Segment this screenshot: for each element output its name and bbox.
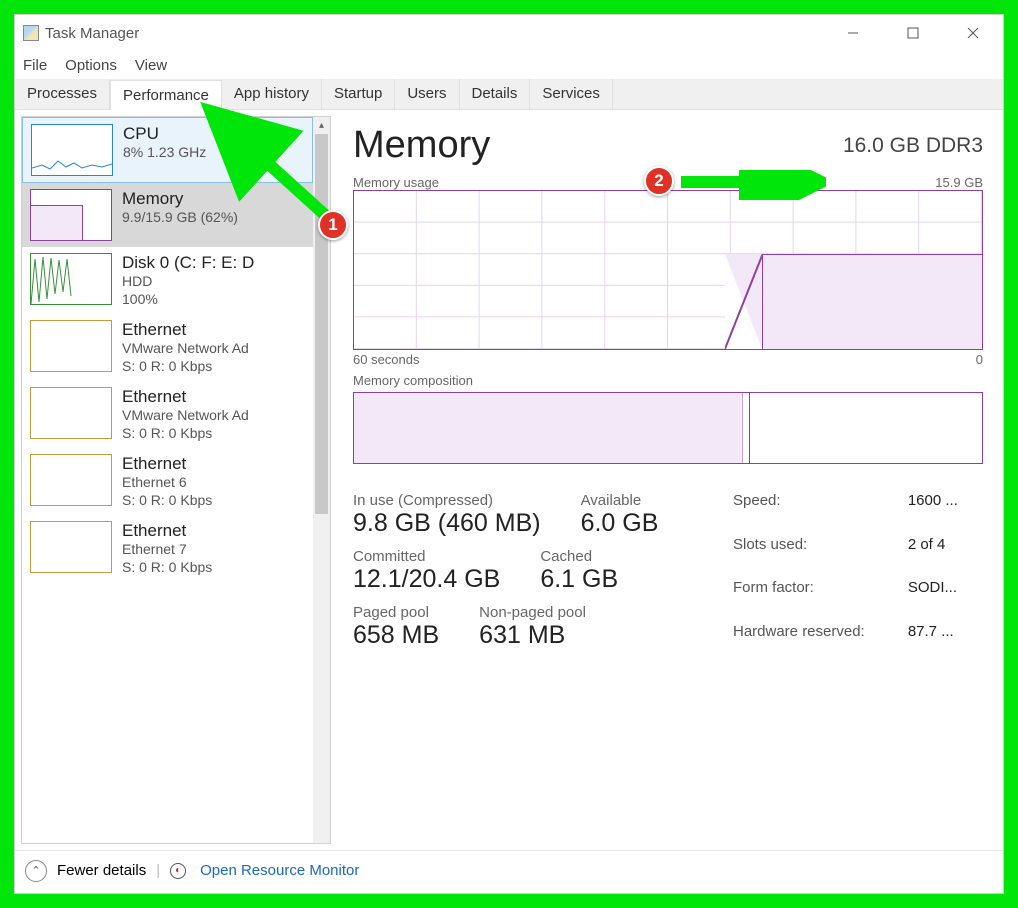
- disk-thumb-icon: [30, 253, 112, 305]
- hardware-stats: Speed: 1600 ... Slots used: 2 of 4 Form …: [733, 492, 983, 660]
- in-use-value: 9.8 GB (460 MB): [353, 509, 541, 538]
- paged-label: Paged pool: [353, 604, 439, 621]
- sidebar-disk-sub2: 100%: [122, 291, 305, 309]
- tab-users[interactable]: Users: [395, 79, 459, 109]
- maximize-button[interactable]: [883, 15, 943, 51]
- paged-value: 658 MB: [353, 621, 439, 650]
- minimize-button[interactable]: [823, 15, 883, 51]
- available-value: 6.0 GB: [581, 509, 659, 538]
- annotation-badge-2: 2: [644, 166, 674, 196]
- sidebar-eth4-sub2: S: 0 R: 0 Kbps: [122, 559, 305, 577]
- sidebar-item-eth1[interactable]: Ethernet VMware Network Ad S: 0 R: 0 Kbp…: [22, 314, 313, 381]
- titlebar: Task Manager: [15, 15, 1003, 51]
- available-label: Available: [581, 492, 659, 509]
- usage-chart-max: 15.9 GB: [935, 175, 983, 190]
- app-icon: [23, 25, 39, 41]
- sidebar-cpu-sub: 8% 1.23 GHz: [123, 144, 304, 162]
- form-factor-value: SODI...: [908, 579, 983, 617]
- tab-performance[interactable]: Performance: [110, 80, 222, 110]
- menu-options[interactable]: Options: [65, 57, 117, 74]
- sidebar-item-eth2[interactable]: Ethernet VMware Network Ad S: 0 R: 0 Kbp…: [22, 381, 313, 448]
- sidebar-eth2-sub1: VMware Network Ad: [122, 407, 305, 425]
- sidebar-eth1-sub2: S: 0 R: 0 Kbps: [122, 358, 305, 376]
- sidebar-disk-sub1: HDD: [122, 273, 305, 291]
- menu-file[interactable]: File: [23, 57, 47, 74]
- usage-chart-label: Memory usage: [353, 175, 439, 190]
- sidebar-cpu-title: CPU: [123, 124, 304, 144]
- tab-processes[interactable]: Processes: [15, 79, 110, 109]
- scroll-up-icon[interactable]: ▴: [313, 117, 330, 134]
- form-factor-label: Form factor:: [733, 579, 890, 617]
- memory-thumb-icon: [30, 189, 112, 241]
- sidebar-item-eth4[interactable]: Ethernet Ethernet 7 S: 0 R: 0 Kbps: [22, 515, 313, 582]
- resource-monitor-icon: ◐: [170, 863, 186, 879]
- ethernet-thumb-icon: [30, 320, 112, 372]
- sidebar-eth1-title: Ethernet: [122, 320, 305, 340]
- sidebar-disk-title: Disk 0 (C: F: E: D: [122, 253, 305, 273]
- hw-reserved-value: 87.7 ...: [908, 623, 983, 661]
- hw-reserved-label: Hardware reserved:: [733, 623, 890, 661]
- tab-app-history[interactable]: App history: [222, 79, 322, 109]
- committed-value: 12.1/20.4 GB: [353, 565, 500, 594]
- page-title: Memory: [353, 124, 490, 167]
- ethernet-thumb-icon: [30, 454, 112, 506]
- sidebar-eth3-sub2: S: 0 R: 0 Kbps: [122, 492, 305, 510]
- tab-startup[interactable]: Startup: [322, 79, 395, 109]
- sidebar-eth4-title: Ethernet: [122, 521, 305, 541]
- sidebar-item-memory[interactable]: Memory 9.9/15.9 GB (62%): [22, 183, 313, 247]
- sidebar-eth1-sub1: VMware Network Ad: [122, 340, 305, 358]
- sidebar-eth4-sub1: Ethernet 7: [122, 541, 305, 559]
- ethernet-thumb-icon: [30, 521, 112, 573]
- tab-details[interactable]: Details: [460, 79, 531, 109]
- close-button[interactable]: [943, 15, 1003, 51]
- memory-usage-chart: [353, 190, 983, 350]
- window-title: Task Manager: [45, 25, 139, 42]
- committed-label: Committed: [353, 548, 500, 565]
- open-resource-monitor-link[interactable]: Open Resource Monitor: [200, 862, 359, 879]
- memory-composition-chart: [353, 392, 983, 464]
- speed-value: 1600 ...: [908, 492, 983, 530]
- sidebar-eth3-sub1: Ethernet 6: [122, 474, 305, 492]
- cached-value: 6.1 GB: [540, 565, 618, 594]
- slots-label: Slots used:: [733, 536, 890, 574]
- menubar: File Options View: [15, 51, 1003, 79]
- sidebar-memory-sub: 9.9/15.9 GB (62%): [122, 209, 305, 227]
- separator: |: [156, 862, 160, 879]
- annotation-badge-1: 1: [318, 210, 348, 240]
- speed-label: Speed:: [733, 492, 890, 530]
- cpu-thumb-icon: [31, 124, 113, 176]
- sidebar-item-eth3[interactable]: Ethernet Ethernet 6 S: 0 R: 0 Kbps: [22, 448, 313, 515]
- nonpaged-value: 631 MB: [479, 621, 586, 650]
- sidebar-eth2-title: Ethernet: [122, 387, 305, 407]
- menu-view[interactable]: View: [135, 57, 167, 74]
- memory-detail-panel: Memory 16.0 GB DDR3 Memory usage 15.9 GB…: [331, 110, 1003, 850]
- memory-total: 16.0 GB DDR3: [843, 134, 983, 158]
- task-manager-window: Task Manager File Options View Processes…: [14, 14, 1004, 894]
- ethernet-thumb-icon: [30, 387, 112, 439]
- chevron-up-icon[interactable]: ⌃: [25, 860, 47, 882]
- usage-axis-right: 0: [976, 352, 983, 367]
- footer: ⌃ Fewer details | ◐ Open Resource Monito…: [15, 850, 1003, 890]
- tab-services[interactable]: Services: [530, 79, 613, 109]
- composition-label: Memory composition: [353, 373, 473, 388]
- scroll-thumb[interactable]: [315, 134, 328, 514]
- fewer-details-link[interactable]: Fewer details: [57, 862, 146, 879]
- nonpaged-label: Non-paged pool: [479, 604, 586, 621]
- tab-strip: Processes Performance App history Startu…: [15, 79, 1003, 110]
- usage-axis-left: 60 seconds: [353, 352, 420, 367]
- sidebar-eth2-sub2: S: 0 R: 0 Kbps: [122, 425, 305, 443]
- sidebar-eth3-title: Ethernet: [122, 454, 305, 474]
- performance-sidebar: CPU 8% 1.23 GHz Memory 9.9/15.9 GB (62%): [22, 117, 313, 843]
- sidebar-item-cpu[interactable]: CPU 8% 1.23 GHz: [22, 117, 313, 183]
- in-use-label: In use (Compressed): [353, 492, 541, 509]
- sidebar-item-disk0[interactable]: Disk 0 (C: F: E: D HDD 100%: [22, 247, 313, 314]
- slots-value: 2 of 4: [908, 536, 983, 574]
- cached-label: Cached: [540, 548, 618, 565]
- sidebar-memory-title: Memory: [122, 189, 305, 209]
